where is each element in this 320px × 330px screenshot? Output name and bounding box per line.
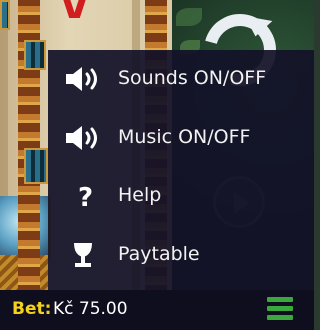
reel-symbol-letter <box>60 0 90 14</box>
svg-text:?: ? <box>78 183 93 210</box>
speaker-icon <box>64 65 104 93</box>
menu-item-help[interactable]: ? Help <box>48 174 314 218</box>
game-settings-menu: Sounds ON/OFF Music ON/OFF ? Help Paytab… <box>48 50 314 290</box>
bet-label: Bet: <box>12 299 52 319</box>
menu-item-label: Sounds ON/OFF <box>118 67 267 89</box>
menu-item-paytable[interactable]: Paytable <box>48 233 314 277</box>
question-mark-icon: ? <box>64 182 104 213</box>
trophy-cup-icon <box>64 241 104 269</box>
menu-item-label: Music ON/OFF <box>118 126 251 148</box>
bet-value: Kč 75.00 <box>53 299 128 319</box>
speaker-icon <box>64 124 104 152</box>
hamburger-menu-icon[interactable] <box>267 295 293 323</box>
menu-item-label: Paytable <box>118 243 200 265</box>
menu-item-music[interactable]: Music ON/OFF <box>48 116 314 160</box>
menu-item-label: Help <box>118 184 162 206</box>
menu-item-sounds[interactable]: Sounds ON/OFF <box>48 57 314 101</box>
status-bar: Bet: Kč 75.00 <box>0 290 314 330</box>
